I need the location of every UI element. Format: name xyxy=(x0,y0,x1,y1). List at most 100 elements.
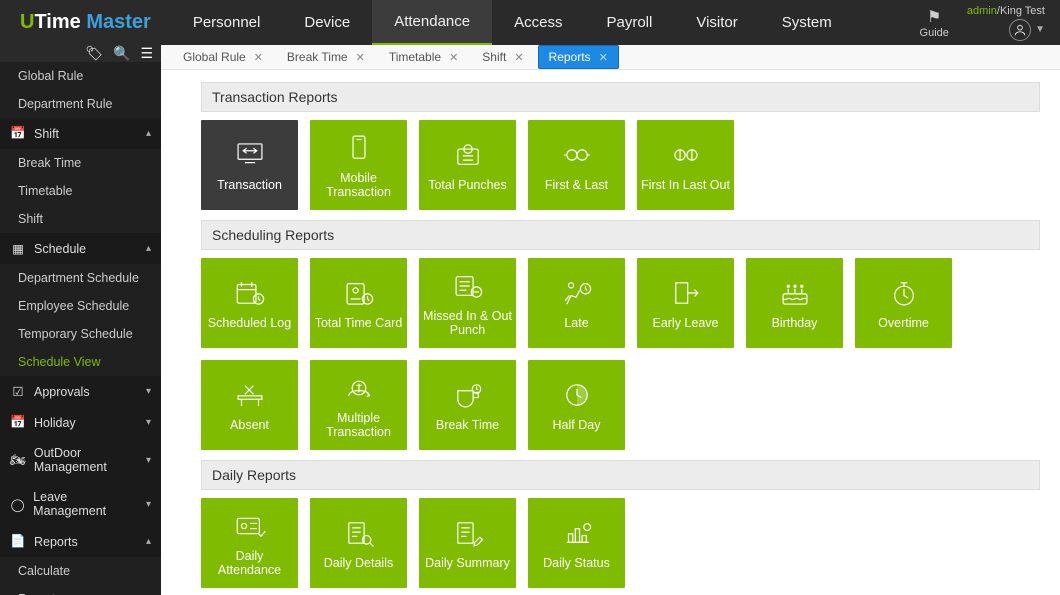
sidebar-group-reports[interactable]: 📄Reports▴ xyxy=(0,526,161,557)
sidebar-group-holiday[interactable]: 📅Holiday▾ xyxy=(0,407,161,438)
tile-overtime[interactable]: Overtime xyxy=(855,258,952,348)
guide-button[interactable]: ⚑ Guide xyxy=(920,7,949,39)
tile-early-leave[interactable]: Early Leave xyxy=(637,258,734,348)
tile-label: Daily Details xyxy=(324,556,393,570)
sidebar-group-outdoor-management[interactable]: 🏍OutDoor Management▾ xyxy=(0,438,161,482)
desk-x-icon xyxy=(233,378,267,412)
sidebar-item-shift[interactable]: Shift xyxy=(0,205,161,233)
topmenu-item-attendance[interactable]: Attendance xyxy=(372,0,492,45)
tile-late[interactable]: Late xyxy=(528,258,625,348)
tile-scheduled-log[interactable]: Scheduled Log xyxy=(201,258,298,348)
tile-daily-summary[interactable]: Daily Summary xyxy=(419,498,516,588)
tile-birthday[interactable]: Birthday xyxy=(746,258,843,348)
signpost-icon: ⚑ xyxy=(927,7,941,27)
avatar-row: ▼ xyxy=(1009,19,1045,41)
half-clock-icon xyxy=(560,378,594,412)
tab-shift[interactable]: Shift✕ xyxy=(472,46,533,68)
tile-label: Missed In & Out Punch xyxy=(423,309,512,338)
money-loop-icon xyxy=(342,371,376,405)
tile-label: Absent xyxy=(230,418,269,432)
tab-reports[interactable]: Reports✕ xyxy=(538,45,619,69)
logo-time: Time xyxy=(34,11,86,33)
badge-clock-icon xyxy=(342,276,376,310)
tile-total-time-card[interactable]: Total Time Card xyxy=(310,258,407,348)
sidebar-item-employee-schedule[interactable]: Employee Schedule xyxy=(0,292,161,320)
monitor-swap-icon xyxy=(233,138,267,172)
tile-row: Daily Attendance Daily Details Daily Summa… xyxy=(201,498,1040,588)
sidebar-group-approvals[interactable]: ☑Approvals▾ xyxy=(0,376,161,407)
tab-global-rule[interactable]: Global Rule ✕ xyxy=(173,46,273,68)
sidebar-toolbar: 🏷 🔍 ☰ xyxy=(0,45,161,62)
chevron-down-icon: ▾ xyxy=(146,499,151,510)
sidebar-item-department-schedule[interactable]: Department Schedule xyxy=(0,264,161,292)
tile-row: Scheduled Log Total Time Card Missed In & … xyxy=(201,258,1040,450)
tile-daily-details[interactable]: Daily Details xyxy=(310,498,407,588)
topmenu-item-personnel[interactable]: Personnel xyxy=(171,0,283,45)
topmenu-item-visitor[interactable]: Visitor xyxy=(674,0,759,45)
cake-icon xyxy=(778,276,812,310)
sidebar-item-temporary-schedule[interactable]: Temporary Schedule xyxy=(0,320,161,348)
chevron-up-icon: ▴ xyxy=(146,536,151,547)
sidebar-item-global-rule[interactable]: Global Rule xyxy=(0,62,161,90)
topmenu-item-access[interactable]: Access xyxy=(492,0,584,45)
tile-multiple-transaction[interactable]: Multiple Transaction xyxy=(310,360,407,450)
tab-label: Global Rule xyxy=(183,50,246,64)
tab-label: Timetable xyxy=(389,50,441,64)
close-icon[interactable]: ✕ xyxy=(356,51,365,64)
sidebar-group-leave-management[interactable]: ◯Leave Management▾ xyxy=(0,482,161,526)
top-menu: PersonnelDeviceAttendanceAccessPayrollVi… xyxy=(171,0,854,45)
sidebar-item-timetable[interactable]: Timetable xyxy=(0,177,161,205)
tile-label: Break Time xyxy=(436,418,499,432)
tile-daily-status[interactable]: Daily Status xyxy=(528,498,625,588)
calendar-grid-icon: ▦ xyxy=(10,241,26,256)
topmenu-item-payroll[interactable]: Payroll xyxy=(584,0,674,45)
tile-first-in-last-out[interactable]: First In Last Out xyxy=(637,120,734,210)
search-icon[interactable]: 🔍 xyxy=(113,45,130,62)
sidebar-item-reports[interactable]: Reports xyxy=(0,585,161,595)
tile-total-punches[interactable]: Total Punches xyxy=(419,120,516,210)
tile-transaction[interactable]: Transaction xyxy=(201,120,298,210)
calendar-clock-icon xyxy=(233,276,267,310)
user-admin[interactable]: admin xyxy=(967,5,997,17)
close-icon[interactable]: ✕ xyxy=(449,51,458,64)
tile-mobile-transaction[interactable]: Mobile Transaction xyxy=(310,120,407,210)
topmenu-item-device[interactable]: Device xyxy=(282,0,372,45)
tile-absent[interactable]: Absent xyxy=(201,360,298,450)
sidebar-group-schedule[interactable]: ▦Schedule▴ xyxy=(0,233,161,264)
run-clock-icon xyxy=(560,276,594,310)
sidebar-group-label: OutDoor Management xyxy=(34,446,138,474)
tile-break-time[interactable]: Break Time xyxy=(419,360,516,450)
tag-icon[interactable]: 🏷 xyxy=(85,45,103,62)
calendar-icon: 📅 xyxy=(10,126,26,141)
in-out-icon xyxy=(669,138,703,172)
tile-label: Scheduled Log xyxy=(208,316,291,330)
user-info: admin/King Test ▼ xyxy=(967,5,1045,41)
close-icon[interactable]: ✕ xyxy=(254,51,263,64)
close-icon[interactable]: ✕ xyxy=(514,51,523,64)
sidebar-item-schedule-view[interactable]: Schedule View xyxy=(0,348,161,376)
close-icon[interactable]: ✕ xyxy=(599,51,608,64)
sidebar-group-label: Reports xyxy=(34,535,78,549)
tile-first-last[interactable]: First & Last xyxy=(528,120,625,210)
sidebar-group-shift[interactable]: 📅Shift▴ xyxy=(0,118,161,149)
tile-daily-attendance[interactable]: Daily Attendance xyxy=(201,498,298,588)
sidebar-item-break-time[interactable]: Break Time xyxy=(0,149,161,177)
section-header-daily-reports: Daily Reports xyxy=(201,460,1040,490)
tab-timetable[interactable]: Timetable ✕ xyxy=(379,46,468,68)
sidebar: 🏷 🔍 ☰ Global RuleDepartment Rule📅Shift▴B… xyxy=(0,45,161,595)
chevron-down-icon: ▾ xyxy=(146,455,151,466)
sidebar-item-department-rule[interactable]: Department Rule xyxy=(0,90,161,118)
sidebar-item-calculate[interactable]: Calculate xyxy=(0,557,161,585)
tab-break-time[interactable]: Break Time✕ xyxy=(277,46,375,68)
missed-icon xyxy=(451,269,485,303)
user-line: admin/King Test xyxy=(967,5,1045,17)
tile-label: Total Time Card xyxy=(315,316,403,330)
stopwatch-icon xyxy=(887,276,921,310)
user-name: King Test xyxy=(1000,5,1045,17)
tile-missed-in-out-punch[interactable]: Missed In & Out Punch xyxy=(419,258,516,348)
avatar[interactable] xyxy=(1009,19,1031,41)
user-dropdown-caret-icon[interactable]: ▼ xyxy=(1035,24,1045,35)
topmenu-item-system[interactable]: System xyxy=(760,0,854,45)
tile-half-day[interactable]: Half Day xyxy=(528,360,625,450)
collapse-icon[interactable]: ☰ xyxy=(140,45,153,62)
